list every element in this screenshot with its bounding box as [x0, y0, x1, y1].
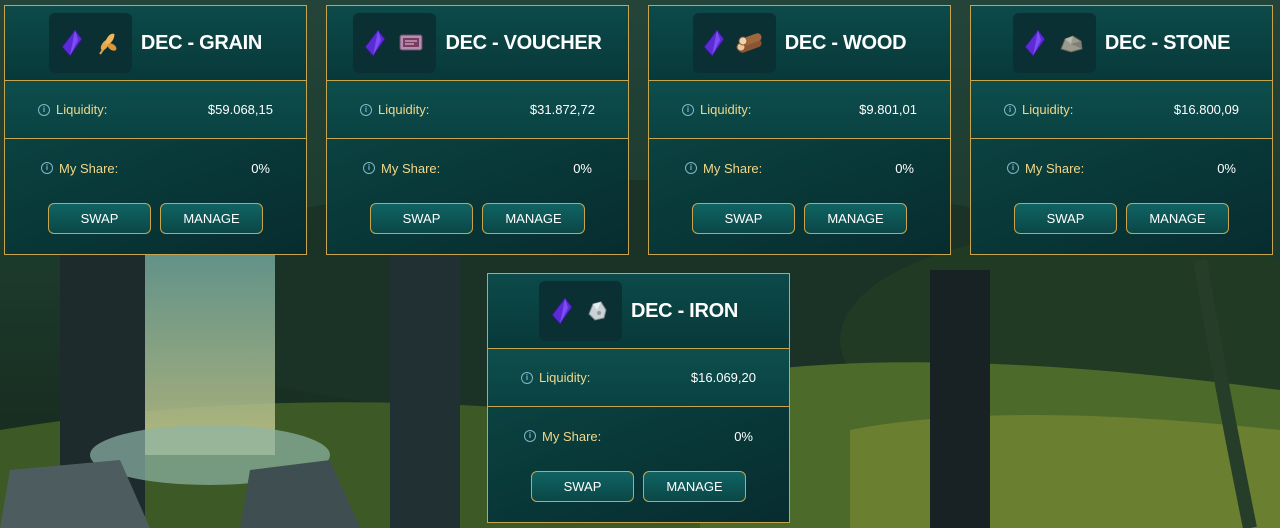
share-value: 0%	[251, 160, 270, 176]
pair-icons	[692, 13, 776, 73]
pair-icons	[48, 13, 132, 73]
share-row: i My Share: 0%	[327, 139, 628, 197]
pool-card-grain: DEC - GRAIN i Liquidity: $59.068,15 i My S…	[4, 5, 307, 255]
card-header: DEC - IRON	[488, 274, 789, 349]
dec-crystal-icon	[61, 29, 83, 57]
liquidity-label: i Liquidity:	[360, 102, 429, 117]
share-row: i My Share: 0%	[5, 139, 306, 197]
pool-title: DEC - WOOD	[784, 31, 907, 54]
share-label: i My Share:	[685, 161, 762, 176]
info-icon[interactable]: i	[524, 430, 536, 442]
share-label: i My Share:	[41, 161, 118, 176]
dec-crystal-icon	[703, 29, 725, 57]
swap-button[interactable]: SWAP	[48, 203, 151, 234]
share-row: i My Share: 0%	[488, 407, 789, 465]
share-label: i My Share:	[524, 429, 601, 444]
action-buttons: SWAP MANAGE	[488, 471, 789, 502]
card-header: DEC - WOOD	[649, 6, 950, 81]
pair-icons	[538, 281, 622, 341]
liquidity-label-text: Liquidity:	[700, 102, 752, 117]
card-header: DEC - GRAIN	[5, 6, 306, 81]
liquidity-value: $31.872,72	[529, 102, 595, 117]
liquidity-label: i Liquidity:	[38, 102, 107, 117]
info-icon[interactable]: i	[685, 162, 697, 174]
share-label-text: My Share:	[542, 428, 602, 444]
share-label: i My Share:	[363, 161, 440, 176]
pool-title: DEC - IRON	[630, 299, 738, 322]
liquidity-row: i Liquidity: $59.068,15	[5, 81, 306, 139]
stone-icon	[1060, 35, 1083, 53]
dec-crystal-icon	[1024, 29, 1046, 57]
liquidity-row: i Liquidity: $16.069,20	[488, 349, 789, 407]
share-label-text: My Share:	[703, 160, 763, 176]
pool-title: DEC - STONE	[1104, 31, 1231, 54]
pool-card-voucher: DEC - VOUCHER i Liquidity: $31.872,72 i My…	[326, 5, 629, 255]
wood-icon	[736, 33, 762, 53]
info-icon[interactable]: i	[1007, 162, 1019, 174]
action-buttons: SWAP MANAGE	[649, 203, 950, 234]
liquidity-value: $59.068,15	[207, 102, 273, 117]
share-value: 0%	[734, 428, 753, 444]
dec-crystal-icon	[364, 29, 387, 57]
manage-button[interactable]: MANAGE	[160, 203, 263, 234]
pool-card-stone: DEC - STONE i Liquidity: $16.800,09 i My S…	[970, 5, 1273, 255]
swap-button[interactable]: SWAP	[1014, 203, 1117, 234]
liquidity-label: i Liquidity:	[1004, 102, 1073, 117]
liquidity-row: i Liquidity: $9.801,01	[649, 81, 950, 139]
liquidity-row: i Liquidity: $31.872,72	[327, 81, 628, 139]
info-icon[interactable]: i	[41, 162, 53, 174]
share-row: i My Share: 0%	[971, 139, 1272, 197]
pool-title: DEC - GRAIN	[140, 31, 263, 54]
share-value: 0%	[573, 160, 592, 176]
action-buttons: SWAP MANAGE	[327, 203, 628, 234]
card-header: DEC - STONE	[971, 6, 1272, 81]
iron-icon	[588, 301, 607, 321]
card-header: DEC - VOUCHER	[327, 6, 628, 81]
liquidity-label: i Liquidity:	[521, 370, 590, 385]
dec-crystal-icon	[550, 297, 573, 325]
swap-button[interactable]: SWAP	[370, 203, 473, 234]
pool-card-iron: DEC - IRON i Liquidity: $16.069,20 i My Sh…	[487, 273, 790, 523]
liquidity-label-text: Liquidity:	[1022, 102, 1074, 117]
share-value: 0%	[895, 160, 914, 176]
share-label: i My Share:	[1007, 161, 1084, 176]
action-buttons: SWAP MANAGE	[5, 203, 306, 234]
manage-button[interactable]: MANAGE	[643, 471, 746, 502]
liquidity-value: $16.069,20	[690, 370, 756, 385]
manage-button[interactable]: MANAGE	[482, 203, 585, 234]
swap-button[interactable]: SWAP	[531, 471, 634, 502]
liquidity-value: $16.800,09	[1173, 102, 1239, 117]
liquidity-label-text: Liquidity:	[378, 102, 430, 117]
liquidity-label-text: Liquidity:	[56, 102, 108, 117]
liquidity-row: i Liquidity: $16.800,09	[971, 81, 1272, 139]
grain-icon	[98, 33, 117, 55]
pool-title: DEC - VOUCHER	[445, 31, 602, 54]
info-icon[interactable]: i	[521, 371, 533, 384]
pair-icons	[353, 13, 437, 73]
action-buttons: SWAP MANAGE	[971, 203, 1272, 234]
pool-card-wood: DEC - WOOD i Liquidity: $9.801,01 i My Sha…	[648, 5, 951, 255]
liquidity-value: $9.801,01	[859, 102, 917, 117]
share-label-text: My Share:	[59, 160, 119, 176]
share-value: 0%	[1217, 160, 1236, 176]
info-icon[interactable]: i	[363, 162, 375, 174]
info-icon[interactable]: i	[1004, 103, 1016, 116]
pair-icons	[1012, 13, 1096, 73]
share-label-text: My Share:	[381, 160, 441, 176]
share-row: i My Share: 0%	[649, 139, 950, 197]
info-icon[interactable]: i	[682, 103, 694, 116]
liquidity-label-text: Liquidity:	[539, 370, 591, 385]
info-icon[interactable]: i	[360, 103, 372, 116]
info-icon[interactable]: i	[38, 103, 50, 116]
liquidity-label: i Liquidity:	[682, 102, 751, 117]
share-label-text: My Share:	[1025, 160, 1085, 176]
manage-button[interactable]: MANAGE	[804, 203, 907, 234]
voucher-icon	[399, 34, 423, 51]
manage-button[interactable]: MANAGE	[1126, 203, 1229, 234]
swap-button[interactable]: SWAP	[692, 203, 795, 234]
